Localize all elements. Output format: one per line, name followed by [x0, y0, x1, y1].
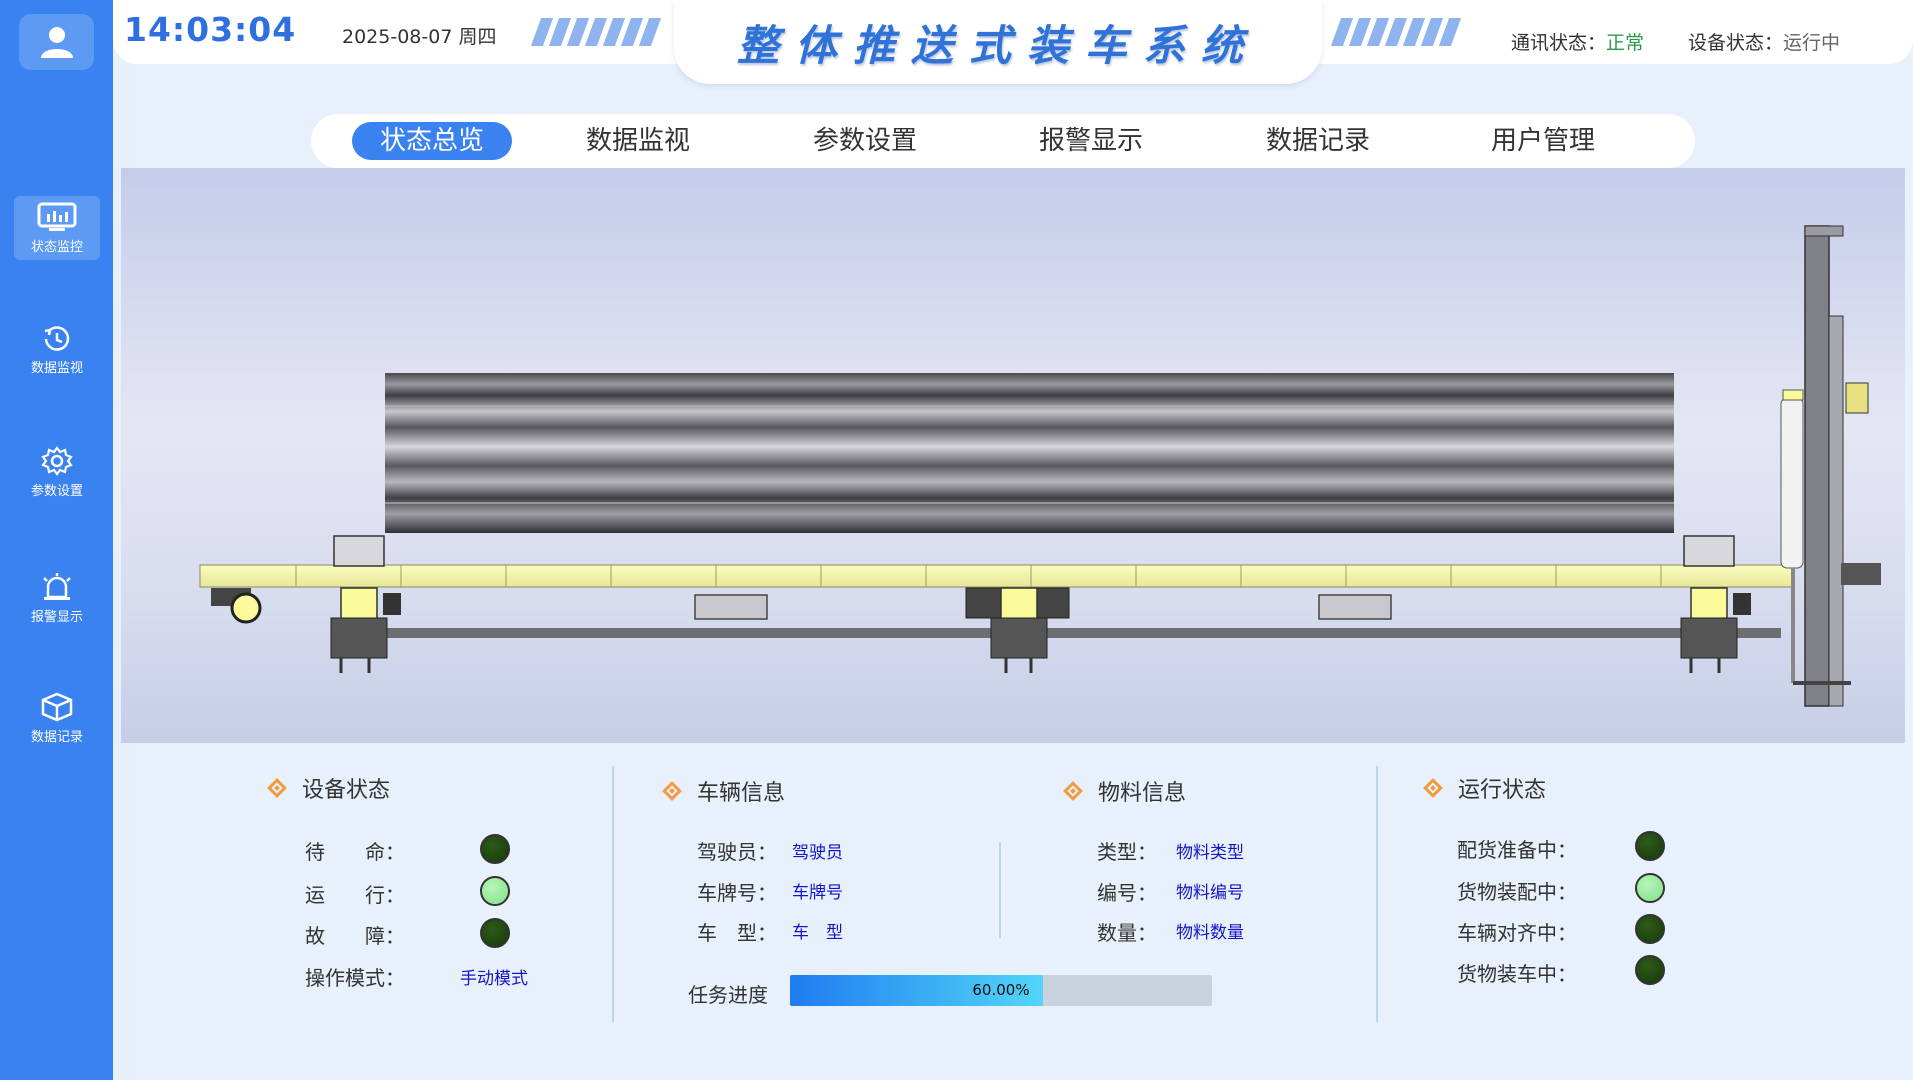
sidebar-item-alarms[interactable]: 报警显示 [14, 566, 100, 630]
material-type-label: 类型： [1097, 840, 1157, 864]
assembly-label: 货物装配中： [1457, 880, 1577, 904]
sidebar: 状态监控 数据监视 参数设置 报警显示 数据记录 [0, 0, 113, 1080]
run-status-section-title: 运行状态 [1423, 772, 1547, 804]
sidebar-item-parameters[interactable]: 参数设置 [14, 440, 100, 504]
plate-value: 车牌号 [792, 883, 843, 903]
clock: 14:03:04 [124, 10, 297, 49]
mode-value: 手动模式 [460, 969, 528, 989]
section-title-text: 运行状态 [1458, 778, 1547, 803]
device-status-section-title: 设备状态 [267, 772, 391, 804]
task-progress-bar: 60.00% [790, 975, 1212, 1006]
diamond-icon [1063, 781, 1083, 801]
diamond-icon [662, 781, 682, 801]
material-type-value: 物料类型 [1176, 843, 1244, 863]
plate-label: 车牌号： [697, 881, 777, 905]
diamond-icon [1423, 778, 1443, 798]
divider [1376, 766, 1378, 1022]
diamond-icon [267, 778, 287, 798]
sidebar-item-label: 报警显示 [30, 609, 83, 625]
tab-alarms[interactable]: 报警显示 [1021, 122, 1161, 160]
running-indicator [480, 876, 510, 906]
tab-records[interactable]: 数据记录 [1248, 122, 1388, 160]
date: 2025-08-07 周四 [342, 26, 497, 48]
sidebar-item-label: 参数设置 [30, 483, 83, 499]
tab-status-overview[interactable]: 状态总览 [352, 122, 512, 160]
assembly-indicator [1635, 873, 1665, 903]
material-code-value: 物料编号 [1176, 883, 1244, 903]
sidebar-item-records[interactable]: 数据记录 [14, 686, 100, 750]
comm-status: 通讯状态：正常 [1511, 28, 1644, 55]
divider [612, 766, 614, 1022]
section-title-text: 物料信息 [1098, 781, 1187, 806]
divider [999, 842, 1001, 938]
loading-machine-view [121, 168, 1905, 743]
title-box: 整体推送式装车系统 [674, 0, 1322, 84]
fault-label: 故 障： [305, 924, 405, 948]
comm-status-label: 通讯状态： [1511, 32, 1607, 54]
section-title-text: 设备状态 [302, 778, 391, 803]
task-progress-text: 60.00% [972, 981, 1030, 999]
nav-tabs: 状态总览 数据监视 参数设置 报警显示 数据记录 用户管理 [311, 114, 1695, 168]
material-qty-value: 物料数量 [1176, 923, 1244, 943]
alignment-label: 车辆对齐中： [1457, 921, 1577, 945]
material-qty-label: 数量： [1097, 921, 1157, 945]
box-icon [41, 692, 73, 721]
standby-indicator [480, 834, 510, 864]
sidebar-item-label: 数据记录 [30, 729, 83, 745]
driver-value: 驾驶员 [792, 843, 843, 863]
loading-machine-illustration [199, 225, 1881, 707]
task-progress-label: 任务进度 [688, 983, 768, 1007]
vehicle-type-label: 车 型： [697, 921, 777, 945]
gear-icon [41, 445, 73, 476]
left-stripes-decoration [530, 18, 664, 46]
history-icon [44, 325, 70, 351]
right-stripes-decoration [1330, 18, 1464, 46]
prep-indicator [1635, 831, 1665, 861]
sidebar-item-label: 数据监视 [30, 360, 83, 376]
sidebar-item-label: 状态监控 [30, 239, 83, 255]
sidebar-item-data-monitor[interactable]: 数据监视 [14, 318, 100, 382]
prep-label: 配货准备中： [1457, 838, 1577, 862]
driver-label: 驾驶员： [697, 840, 777, 864]
alignment-indicator [1635, 914, 1665, 944]
mode-label: 操作模式： [305, 966, 405, 990]
loading-indicator [1635, 955, 1665, 985]
material-code-label: 编号： [1097, 881, 1157, 905]
section-title-text: 车辆信息 [697, 781, 786, 806]
loading-label: 货物装车中： [1457, 962, 1577, 986]
tab-data-monitor[interactable]: 数据监视 [568, 122, 708, 160]
running-label: 运 行： [305, 883, 405, 907]
device-status: 设备状态：运行中 [1688, 28, 1840, 55]
monitor-icon [37, 202, 77, 231]
page-title: 整体推送式装车系统 [736, 20, 1259, 70]
vehicle-info-section-title: 车辆信息 [662, 775, 786, 807]
sidebar-item-status-monitor[interactable]: 状态监控 [14, 196, 100, 260]
device-status-value: 运行中 [1783, 32, 1841, 54]
tab-parameters[interactable]: 参数设置 [795, 122, 935, 160]
vehicle-type-value: 车 型 [792, 923, 843, 943]
alarm-icon [43, 572, 71, 600]
standby-label: 待 命： [305, 840, 405, 864]
fault-indicator [480, 918, 510, 948]
comm-status-value: 正常 [1606, 32, 1645, 54]
tab-user-management[interactable]: 用户管理 [1473, 122, 1613, 160]
material-info-section-title: 物料信息 [1063, 775, 1187, 807]
user-avatar[interactable] [19, 14, 94, 70]
device-status-label: 设备状态： [1688, 32, 1784, 54]
user-icon [40, 27, 73, 58]
